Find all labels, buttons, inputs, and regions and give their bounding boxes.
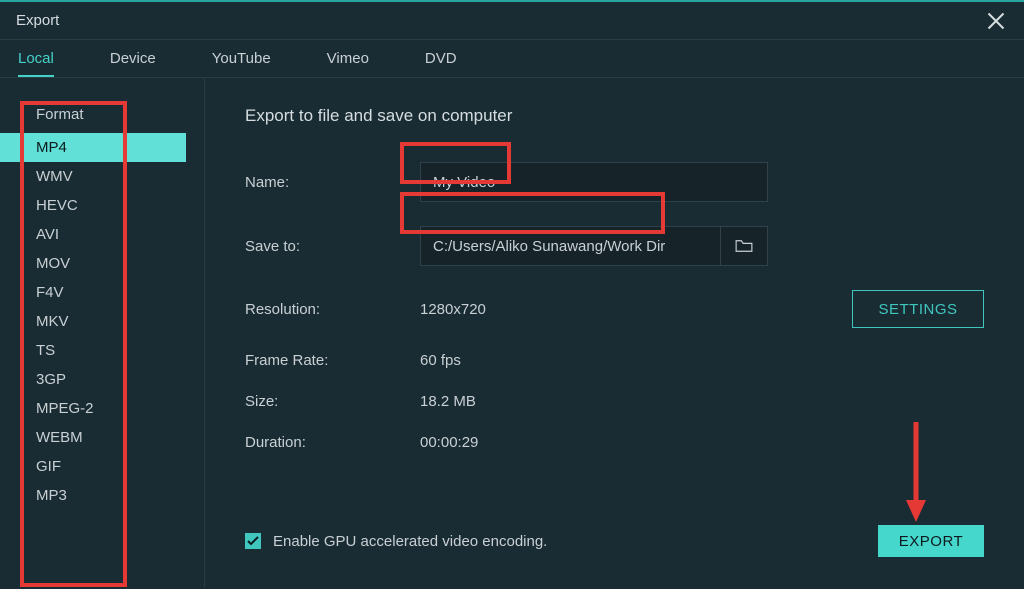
size-label: Size: (245, 393, 420, 410)
tab-vimeo[interactable]: Vimeo (327, 42, 369, 77)
save-to-input[interactable]: C:/Users/Aliko Sunawang/Work Dir (420, 226, 720, 266)
window-title: Export (16, 12, 59, 29)
main-panel: Export to file and save on computer Name… (205, 78, 1024, 587)
format-heading: Format (0, 102, 204, 133)
format-item-mpeg2[interactable]: MPEG-2 (0, 394, 186, 423)
duration-value: 00:00:29 (420, 434, 478, 451)
format-sidebar: Format MP4 WMV HEVC AVI MOV F4V MKV TS 3… (0, 78, 205, 587)
resolution-value: 1280x720 (420, 301, 486, 318)
name-label: Name: (245, 174, 420, 191)
framerate-label: Frame Rate: (245, 352, 420, 369)
name-input[interactable]: My Video (420, 162, 768, 202)
export-button[interactable]: EXPORT (878, 525, 984, 557)
browse-button[interactable] (720, 226, 768, 266)
format-item-gif[interactable]: GIF (0, 452, 186, 481)
format-item-hevc[interactable]: HEVC (0, 191, 186, 220)
gpu-checkbox[interactable] (245, 533, 261, 549)
tab-local[interactable]: Local (18, 42, 54, 77)
name-value: My Video (433, 174, 495, 191)
format-item-avi[interactable]: AVI (0, 220, 186, 249)
format-item-webm[interactable]: WEBM (0, 423, 186, 452)
save-to-value: C:/Users/Aliko Sunawang/Work Dir (433, 238, 665, 255)
format-item-ts[interactable]: TS (0, 336, 186, 365)
titlebar: Export (0, 0, 1024, 40)
format-item-mov[interactable]: MOV (0, 249, 186, 278)
format-item-f4v[interactable]: F4V (0, 278, 186, 307)
framerate-value: 60 fps (420, 352, 461, 369)
format-item-3gp[interactable]: 3GP (0, 365, 186, 394)
resolution-label: Resolution: (245, 301, 420, 318)
panel-heading: Export to file and save on computer (245, 106, 984, 126)
duration-label: Duration: (245, 434, 420, 451)
size-value: 18.2 MB (420, 393, 476, 410)
settings-button[interactable]: SETTINGS (852, 290, 984, 328)
format-item-mp3[interactable]: MP3 (0, 481, 186, 510)
tab-bar: Local Device YouTube Vimeo DVD (0, 40, 1024, 78)
tab-dvd[interactable]: DVD (425, 42, 457, 77)
save-to-label: Save to: (245, 238, 420, 255)
format-item-mkv[interactable]: MKV (0, 307, 186, 336)
folder-icon (735, 239, 753, 253)
format-item-wmv[interactable]: WMV (0, 162, 186, 191)
tab-youtube[interactable]: YouTube (212, 42, 271, 77)
close-icon[interactable] (986, 11, 1006, 31)
gpu-label: Enable GPU accelerated video encoding. (273, 533, 547, 550)
format-item-mp4[interactable]: MP4 (0, 133, 186, 162)
tab-device[interactable]: Device (110, 42, 156, 77)
check-icon (247, 536, 259, 546)
